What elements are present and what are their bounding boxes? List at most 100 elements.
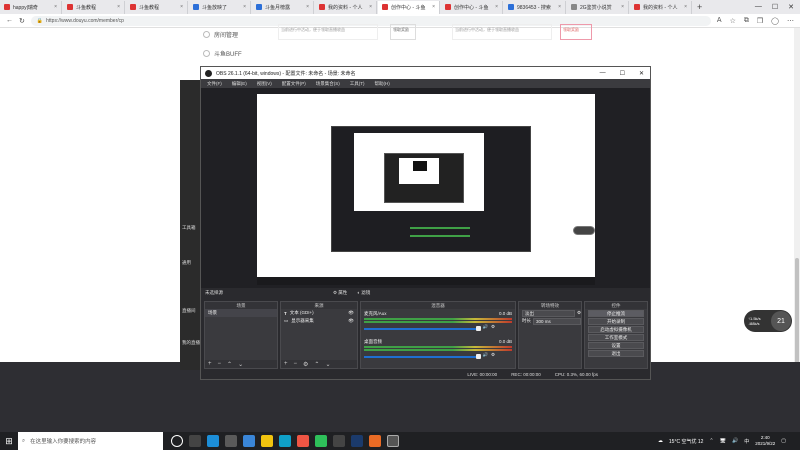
- wechat-icon[interactable]: [315, 435, 327, 447]
- add-icon[interactable]: +: [208, 361, 212, 367]
- tab-close-icon[interactable]: ×: [558, 4, 561, 10]
- browser-tab[interactable]: 斗鱼教程 ×: [63, 0, 125, 14]
- obs-menu-item[interactable]: 帮助(H): [375, 81, 390, 87]
- move-up-icon[interactable]: ⌃: [227, 361, 232, 368]
- maximize-icon[interactable]: ☐: [772, 3, 778, 11]
- store-icon[interactable]: [225, 435, 237, 447]
- close-icon[interactable]: ✕: [788, 3, 794, 11]
- tab-close-icon[interactable]: ×: [243, 4, 246, 10]
- obs-menu-item[interactable]: 工具(T): [350, 81, 365, 87]
- new-tab-button[interactable]: +: [693, 2, 706, 12]
- obs-menu-item[interactable]: 视图(V): [257, 81, 272, 87]
- gear-icon[interactable]: ⚙: [577, 310, 581, 316]
- duration-input[interactable]: 300 ms: [533, 317, 581, 325]
- sidebar-item-room[interactable]: 房间管理: [203, 30, 238, 39]
- minimize-icon[interactable]: —: [755, 3, 762, 11]
- virtual-camera-button[interactable]: 启动虚拟摄像机: [588, 326, 644, 333]
- settings-button[interactable]: 设置: [588, 342, 644, 349]
- taskbar-search[interactable]: ⌕ 在这里输入你要搜索的内容: [18, 432, 163, 450]
- browser-tab[interactable]: 2G鉴赏小说赏 ×: [567, 0, 629, 14]
- clock[interactable]: 2:40 2021/9/22: [755, 435, 775, 447]
- gear-icon[interactable]: ⚙: [491, 324, 495, 330]
- task-view-icon[interactable]: [189, 435, 201, 447]
- tab-close-icon[interactable]: ×: [432, 4, 435, 10]
- remove-icon[interactable]: −: [294, 361, 298, 367]
- scene-item[interactable]: 场景: [205, 309, 277, 317]
- filters-button[interactable]: ◐ 滤镜: [357, 290, 370, 296]
- browser-tab[interactable]: 我的资料 - 个人 ×: [315, 0, 377, 14]
- preview-toggle[interactable]: [573, 226, 595, 235]
- remove-icon[interactable]: −: [218, 361, 222, 367]
- source-item[interactable]: ▭ 显示器采集 👁: [281, 317, 357, 325]
- speaker-icon[interactable]: 🔊: [482, 352, 488, 358]
- tab-close-icon[interactable]: ×: [54, 4, 57, 10]
- close-icon[interactable]: ✕: [639, 70, 644, 77]
- app-icon[interactable]: [243, 435, 255, 447]
- tab-close-icon[interactable]: ×: [621, 4, 624, 10]
- tab-close-icon[interactable]: ×: [306, 4, 309, 10]
- tab-close-icon[interactable]: ×: [117, 4, 120, 10]
- tab-close-icon[interactable]: ×: [684, 4, 687, 10]
- cortana-icon[interactable]: [171, 435, 183, 447]
- start-recording-button[interactable]: 开始录制: [588, 318, 644, 325]
- obs-menu-item[interactable]: 配置文件(P): [282, 81, 306, 87]
- studio-mode-button[interactable]: 工作室模式: [588, 334, 644, 341]
- read-aloud-icon[interactable]: A: [717, 17, 722, 25]
- tab-close-icon[interactable]: ×: [495, 4, 498, 10]
- maximize-icon[interactable]: ☐: [620, 70, 625, 77]
- collections-icon[interactable]: ⧉: [744, 17, 749, 25]
- add-icon[interactable]: +: [284, 361, 288, 367]
- visibility-icon[interactable]: 👁: [348, 310, 357, 316]
- browser-tab[interactable]: 创作中心 - 斗鱼 ×: [378, 0, 440, 14]
- browser-tab[interactable]: happy|瑞奇 ×: [0, 0, 62, 14]
- browser-tab[interactable]: 创作中心 - 斗鱼 ×: [441, 0, 503, 14]
- volume-icon[interactable]: 🔊: [732, 438, 738, 444]
- gear-icon[interactable]: ⚙: [303, 361, 308, 368]
- edge-icon[interactable]: [207, 435, 219, 447]
- network-icon[interactable]: 🖥: [720, 438, 726, 444]
- app-icon[interactable]: [333, 435, 345, 447]
- obs-menu-item[interactable]: 场景集合(S): [316, 81, 340, 87]
- app-icon[interactable]: [279, 435, 291, 447]
- browser-tab[interactable]: 斗鱼月榜露 ×: [252, 0, 314, 14]
- volume-slider[interactable]: [364, 353, 482, 359]
- favorite-icon[interactable]: ☆: [730, 17, 736, 25]
- notification-icon[interactable]: ▢: [781, 438, 786, 444]
- properties-button[interactable]: ⚙ 属性: [333, 290, 347, 296]
- stop-streaming-button[interactable]: 停止推流: [588, 310, 644, 317]
- windows-start-icon[interactable]: ⊞: [0, 432, 18, 450]
- page-button-1[interactable]: 领取奖励: [390, 24, 416, 40]
- browser-tab[interactable]: 我的资料 - 个人 ×: [630, 0, 692, 14]
- obs-menu-item[interactable]: 编辑(E): [232, 81, 247, 87]
- extensions-icon[interactable]: ❒: [757, 17, 763, 25]
- visibility-icon[interactable]: 👁: [348, 318, 357, 324]
- speaker-icon[interactable]: 🔊: [482, 324, 488, 330]
- browser-tab[interactable]: 斗鱼教程 ×: [126, 0, 188, 14]
- weather-text[interactable]: 15°C 空气优 12: [669, 438, 704, 445]
- browser-tab[interactable]: 斗鱼放映了 ×: [189, 0, 251, 14]
- minimize-icon[interactable]: —: [600, 70, 606, 77]
- transition-type-select[interactable]: 淡出: [522, 309, 575, 317]
- obs-menu-item[interactable]: 文件(F): [207, 81, 222, 87]
- move-down-icon[interactable]: ⌄: [325, 361, 330, 368]
- move-up-icon[interactable]: ⌃: [314, 361, 319, 368]
- douyu-icon[interactable]: [369, 435, 381, 447]
- tab-close-icon[interactable]: ×: [369, 4, 372, 10]
- profile-icon[interactable]: ◯: [771, 17, 779, 25]
- move-down-icon[interactable]: ⌄: [238, 361, 243, 368]
- network-speed-widget[interactable]: ↑1.5k/s ↓88k/s 21: [744, 310, 792, 332]
- sidebar-item-buff[interactable]: 斗鱼BUFF: [203, 49, 242, 58]
- folder-icon[interactable]: [261, 435, 273, 447]
- chevron-up-icon[interactable]: ⌃: [709, 438, 713, 444]
- more-icon[interactable]: ⋯: [787, 17, 794, 25]
- tab-close-icon[interactable]: ×: [180, 4, 183, 10]
- obs-icon[interactable]: [387, 435, 399, 447]
- obs-preview-canvas[interactable]: [257, 94, 595, 285]
- volume-slider[interactable]: [364, 325, 482, 331]
- exit-button[interactable]: 退出: [588, 350, 644, 357]
- gear-icon[interactable]: ⚙: [491, 352, 495, 358]
- source-item[interactable]: T 文本 (GDI+) 👁: [281, 309, 357, 317]
- chrome-icon[interactable]: [297, 435, 309, 447]
- page-button-2[interactable]: 领取奖励: [560, 24, 592, 40]
- browser-tab[interactable]: 9836453 - 搜索 ×: [504, 0, 566, 14]
